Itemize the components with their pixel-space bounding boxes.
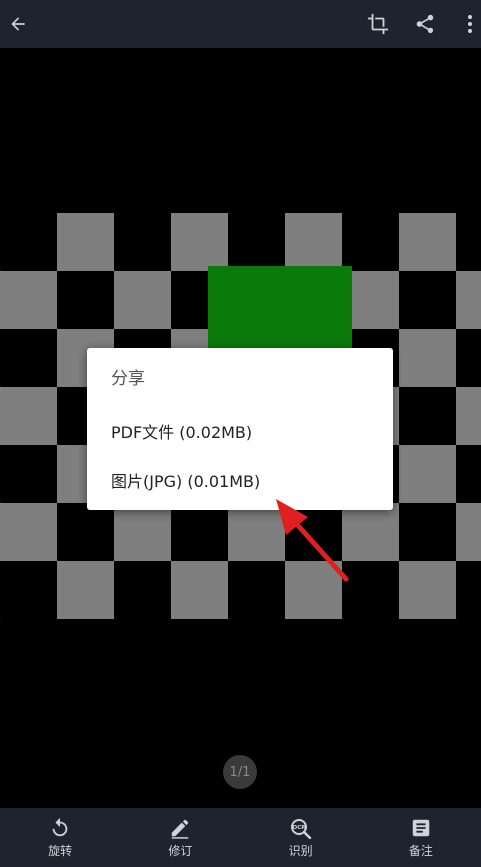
rotate-button[interactable]: 旋转 [0, 808, 120, 867]
revise-label: 修订 [168, 843, 193, 858]
rotate-label: 旋转 [48, 843, 73, 858]
revise-button[interactable]: 修订 [120, 808, 240, 867]
share-button[interactable] [407, 0, 443, 48]
annotation-arrow-icon [276, 499, 349, 582]
share-dialog: 分享 PDF文件 (0.02MB) 图片(JPG) (0.01MB) [87, 348, 393, 510]
page-indicator: 1/1 [223, 755, 257, 789]
screen: 1/1 分享 PDF文件 (0.02MB) 图片(JPG) (0.01MB) 旋… [0, 0, 481, 867]
ocr-button[interactable]: OCR 识别 [241, 808, 361, 867]
share-option-pdf[interactable]: PDF文件 (0.02MB) [87, 406, 393, 456]
crop-icon [367, 13, 389, 35]
svg-text:OCR: OCR [292, 825, 306, 831]
ocr-label: 识别 [288, 843, 313, 858]
back-arrow-icon [11, 17, 25, 31]
green-block [208, 266, 352, 350]
rotate-icon [52, 817, 68, 836]
dialog-title: 分享 [111, 369, 145, 389]
more-vert-icon [467, 15, 472, 33]
back-button[interactable] [0, 0, 36, 48]
top-bar [0, 0, 481, 48]
pencil-icon [172, 819, 189, 839]
note-button[interactable]: 备注 [361, 808, 481, 867]
note-icon [412, 819, 430, 836]
bottom-toolbar: 旋转 修订 OCR 识别 备注 [0, 808, 481, 867]
crop-button[interactable] [360, 0, 396, 48]
ocr-icon: OCR [290, 818, 311, 839]
share-icon [416, 14, 434, 34]
note-label: 备注 [408, 843, 433, 858]
more-options-button[interactable] [458, 0, 481, 48]
